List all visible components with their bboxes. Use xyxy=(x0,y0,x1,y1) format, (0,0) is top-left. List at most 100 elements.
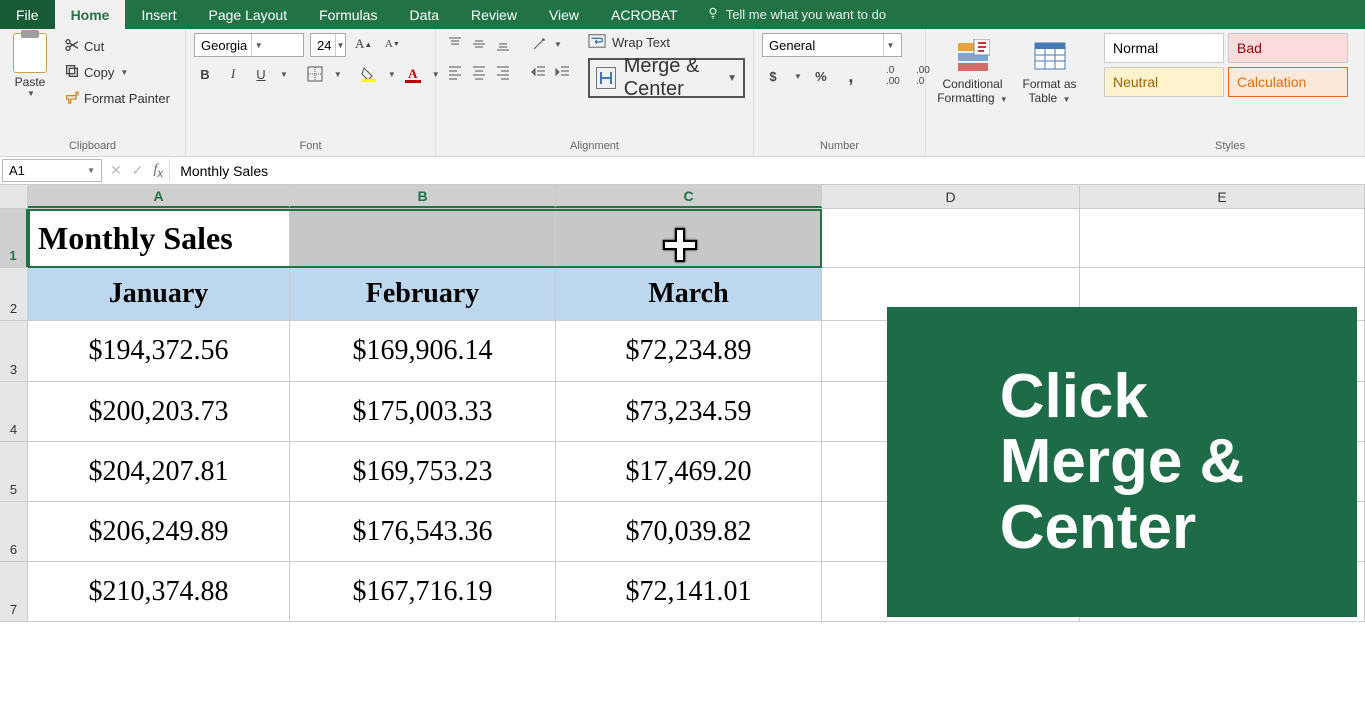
cell-C6[interactable]: $70,039.82 xyxy=(556,502,822,561)
increase-font-button[interactable]: A▲ xyxy=(352,33,375,55)
tab-home[interactable]: Home xyxy=(55,0,126,29)
col-head-D[interactable]: D xyxy=(822,185,1080,208)
tab-formulas[interactable]: Formulas xyxy=(303,0,393,29)
col-head-C[interactable]: C xyxy=(556,185,822,208)
format-painter-button[interactable]: Format Painter xyxy=(60,87,174,109)
tab-file[interactable]: File xyxy=(0,0,55,29)
conditional-formatting-button[interactable]: Conditional Formatting ▼ xyxy=(934,33,1011,105)
group-alignment: ▼ Wrap Text Merge & Center ▼ Alig xyxy=(436,29,754,156)
tab-acrobat[interactable]: ACROBAT xyxy=(595,0,694,29)
tab-review[interactable]: Review xyxy=(455,0,533,29)
align-bottom-button[interactable] xyxy=(492,33,514,55)
align-right-button[interactable] xyxy=(492,61,514,83)
chevron-down-icon: ▼ xyxy=(334,70,342,79)
cell-C1[interactable] xyxy=(556,209,822,267)
cell-C5[interactable]: $17,469.20 xyxy=(556,442,822,501)
cell-C4[interactable]: $73,234.59 xyxy=(556,382,822,441)
style-bad[interactable]: Bad xyxy=(1228,33,1348,63)
paste-button[interactable]: Paste ▼ xyxy=(8,33,52,109)
cell-A1[interactable]: Monthly Sales xyxy=(28,209,290,267)
decrease-font-button[interactable]: A▼ xyxy=(381,33,403,55)
cell-B2[interactable]: February xyxy=(290,268,556,320)
col-head-A[interactable]: A xyxy=(28,185,290,208)
align-top-button[interactable] xyxy=(444,33,466,55)
accounting-format-button[interactable]: $ xyxy=(762,65,784,87)
row-head-2[interactable]: 2 xyxy=(0,268,28,320)
tab-data[interactable]: Data xyxy=(393,0,455,29)
style-neutral[interactable]: Neutral xyxy=(1104,67,1224,97)
row-head-3[interactable]: 3 xyxy=(0,321,28,381)
font-name-combo[interactable]: Georgia ▼ xyxy=(194,33,304,57)
row-head-5[interactable]: 5 xyxy=(0,442,28,501)
copy-button[interactable]: Copy ▼ xyxy=(60,61,174,83)
cell-A4[interactable]: $200,203.73 xyxy=(28,382,290,441)
style-normal[interactable]: Normal xyxy=(1104,33,1224,63)
align-left-button[interactable] xyxy=(444,61,466,83)
cut-button[interactable]: Cut xyxy=(60,35,174,57)
format-as-table-icon xyxy=(1011,39,1088,73)
name-box[interactable]: A1 ▼ xyxy=(2,159,102,182)
insert-function-button[interactable]: fx xyxy=(153,162,163,180)
cancel-formula-button[interactable]: ✕ xyxy=(110,162,122,179)
decrease-indent-button[interactable] xyxy=(528,61,550,83)
style-calculation[interactable]: Calculation xyxy=(1228,67,1348,97)
cell-B3[interactable]: $169,906.14 xyxy=(290,321,556,381)
underline-button[interactable]: U xyxy=(250,63,272,85)
cell-A6[interactable]: $206,249.89 xyxy=(28,502,290,561)
bold-button[interactable]: B xyxy=(194,63,216,85)
cell-E1[interactable] xyxy=(1080,209,1365,267)
cell-B6[interactable]: $176,543.36 xyxy=(290,502,556,561)
chevron-down-icon: ▼ xyxy=(1063,95,1071,104)
cell-B1[interactable] xyxy=(290,209,556,267)
cell-B5[interactable]: $169,753.23 xyxy=(290,442,556,501)
col-head-B[interactable]: B xyxy=(290,185,556,208)
chevron-down-icon: ▼ xyxy=(87,166,95,175)
cell-A3[interactable]: $194,372.56 xyxy=(28,321,290,381)
tab-page-layout[interactable]: Page Layout xyxy=(192,0,303,29)
tell-me-label: Tell me what you want to do xyxy=(726,7,886,22)
font-size-combo[interactable]: 24 ▼ xyxy=(310,33,346,57)
cell-B7[interactable]: $167,716.19 xyxy=(290,562,556,621)
orientation-button[interactable] xyxy=(528,33,550,55)
number-format-combo[interactable]: General ▼ xyxy=(762,33,902,57)
fill-color-button[interactable] xyxy=(358,63,380,85)
row-head-4[interactable]: 4 xyxy=(0,382,28,441)
cell-A2[interactable]: January xyxy=(28,268,290,320)
italic-button[interactable]: I xyxy=(222,63,244,85)
tab-insert[interactable]: Insert xyxy=(125,0,192,29)
tutorial-overlay: Click Merge & Center xyxy=(887,307,1357,617)
enter-formula-button[interactable]: ✓ xyxy=(132,162,144,179)
cell-A5[interactable]: $204,207.81 xyxy=(28,442,290,501)
wrap-text-button[interactable]: Wrap Text xyxy=(588,33,745,52)
font-color-button[interactable]: A xyxy=(402,63,424,85)
cell-D1[interactable] xyxy=(822,209,1080,267)
cut-label: Cut xyxy=(84,39,104,54)
cell-A7[interactable]: $210,374.88 xyxy=(28,562,290,621)
merge-center-icon xyxy=(596,67,616,89)
align-middle-button[interactable] xyxy=(468,33,490,55)
wrap-text-icon xyxy=(588,33,606,52)
row-head-7[interactable]: 7 xyxy=(0,562,28,621)
tell-me-search[interactable]: Tell me what you want to do xyxy=(694,0,898,29)
row-head-1[interactable]: 1 xyxy=(0,209,28,267)
percent-button[interactable]: % xyxy=(810,65,832,87)
cell-C2[interactable]: March xyxy=(556,268,822,320)
cell-B4[interactable]: $175,003.33 xyxy=(290,382,556,441)
cell-C7[interactable]: $72,141.01 xyxy=(556,562,822,621)
row-head-6[interactable]: 6 xyxy=(0,502,28,561)
align-center-button[interactable] xyxy=(468,61,490,83)
cell-C3[interactable]: $72,234.89 xyxy=(556,321,822,381)
name-box-value: A1 xyxy=(9,163,25,178)
col-head-E[interactable]: E xyxy=(1080,185,1365,208)
borders-button[interactable] xyxy=(304,63,326,85)
merge-center-button[interactable]: Merge & Center ▼ xyxy=(588,58,745,98)
tab-view[interactable]: View xyxy=(533,0,595,29)
increase-indent-button[interactable] xyxy=(552,61,574,83)
formula-input[interactable]: Monthly Sales xyxy=(170,157,1365,184)
select-all-corner[interactable] xyxy=(0,185,28,208)
format-as-table-button[interactable]: Format as Table ▼ xyxy=(1011,33,1088,105)
tutorial-line1: Click xyxy=(1000,364,1245,429)
tutorial-line2: Merge & xyxy=(1000,429,1245,494)
comma-style-button[interactable]: , xyxy=(840,65,862,87)
increase-decimal-button[interactable]: .0.00 xyxy=(882,65,904,87)
